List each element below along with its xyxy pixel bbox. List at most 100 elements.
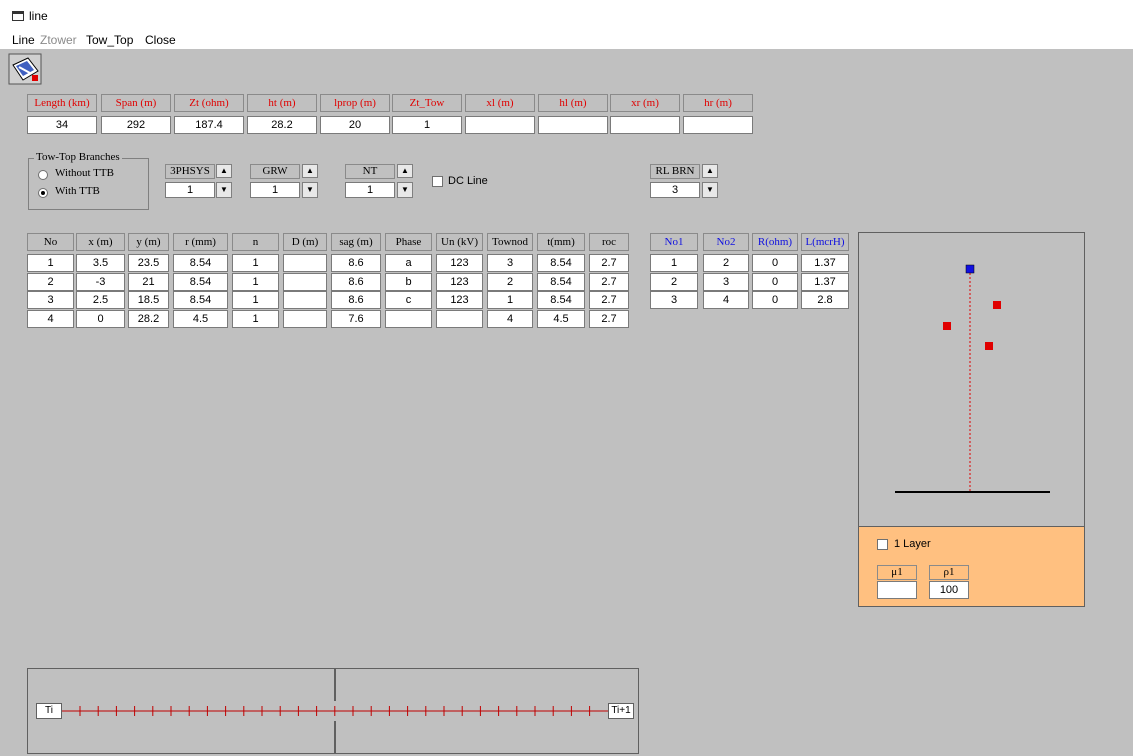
conductor-cell-no[interactable]: 2 [27,272,74,291]
calculator-icon[interactable] [8,53,42,85]
param-hl-field[interactable] [538,116,608,134]
conductor-cell-roc[interactable]: 2.7 [589,291,629,309]
conductor-cell-sag[interactable]: 7.6 [331,309,381,328]
param-header-ht: ht (m) [247,94,317,112]
rl-brn-up-button[interactable]: ▲ [702,164,718,178]
rl-cell-no2[interactable]: 2 [703,254,749,272]
rl-cell-l[interactable]: 2.8 [801,291,849,309]
conductor-cell-t[interactable]: 4.5 [537,309,585,328]
rl-cell-no1[interactable]: 2 [650,272,698,291]
conductor-cell-y[interactable]: 23.5 [128,254,169,272]
conductor-cell-n[interactable]: 1 [232,291,279,309]
mu1-field[interactable] [877,581,917,599]
phsys-dropdown-icon[interactable]: ▼ [216,182,232,198]
conductor-cell-phase[interactable]: b [385,272,432,291]
conductor-cell-sag[interactable]: 8.6 [331,291,381,309]
conductor-cell-phase[interactable] [385,309,432,328]
conductor-cell-phase[interactable]: c [385,291,432,309]
conductor-header-sag: sag (m) [331,233,381,251]
conductor-cell-townod[interactable]: 1 [487,291,533,309]
conductor-cell-d[interactable] [283,309,327,328]
grw-dropdown-icon[interactable]: ▼ [302,182,318,198]
conductor-cell-x[interactable]: 2.5 [76,291,125,309]
menu-line[interactable]: Line [12,33,35,47]
conductor-cell-x[interactable]: 0 [76,309,125,328]
conductor-cell-townod[interactable]: 3 [487,254,533,272]
conductor-cell-n[interactable]: 1 [232,254,279,272]
phsys-select[interactable]: 1 [165,182,215,198]
rl-brn-label: RL BRN [650,164,700,179]
conductor-cell-n[interactable]: 1 [232,309,279,328]
conductor-cell-t[interactable]: 8.54 [537,272,585,291]
conductor-cell-un[interactable] [436,309,483,328]
param-length-field[interactable]: 34 [27,116,97,134]
rl-cell-l[interactable]: 1.37 [801,254,849,272]
conductor-cell-t[interactable]: 8.54 [537,291,585,309]
conductor-header-x: x (m) [76,233,125,251]
nt-dropdown-icon[interactable]: ▼ [397,182,413,198]
conductor-cell-d[interactable] [283,291,327,309]
rl-cell-l[interactable]: 1.37 [801,272,849,291]
conductor-cell-x[interactable]: 3.5 [76,254,125,272]
conductor-cell-un[interactable]: 123 [436,254,483,272]
param-xr-field[interactable] [610,116,680,134]
conductor-cell-townod[interactable]: 4 [487,309,533,328]
rl-brn-dropdown-icon[interactable]: ▼ [702,182,718,198]
rl-cell-r[interactable]: 0 [752,272,798,291]
conductor-cell-roc[interactable]: 2.7 [589,309,629,328]
one-layer-checkbox[interactable] [877,539,888,550]
one-layer-label: 1 Layer [894,538,931,550]
grw-up-button[interactable]: ▲ [302,164,318,178]
dc-line-checkbox[interactable] [432,176,443,187]
phsys-up-button[interactable]: ▲ [216,164,232,178]
conductor-cell-no[interactable]: 3 [27,291,74,309]
param-xl-field[interactable] [465,116,535,134]
conductor-cell-y[interactable]: 28.2 [128,309,169,328]
menu-tow-top[interactable]: Tow_Top [86,33,133,47]
param-hr-field[interactable] [683,116,753,134]
conductor-cell-t[interactable]: 8.54 [537,254,585,272]
conductor-cell-no[interactable]: 4 [27,309,74,328]
conductor-cell-phase[interactable]: a [385,254,432,272]
conductor-cell-d[interactable] [283,272,327,291]
conductor-header-y: y (m) [128,233,169,251]
nt-up-button[interactable]: ▲ [397,164,413,178]
conductor-cell-r[interactable]: 4.5 [173,309,228,328]
menu-close[interactable]: Close [145,33,176,47]
menu-ztower[interactable]: Ztower [40,33,77,47]
conductor-cell-n[interactable]: 1 [232,272,279,291]
param-zt-tow-field[interactable]: 1 [392,116,462,134]
rl-brn-select[interactable]: 3 [650,182,700,198]
conductor-cell-y[interactable]: 18.5 [128,291,169,309]
conductor-cell-sag[interactable]: 8.6 [331,272,381,291]
param-zt-field[interactable]: 187.4 [174,116,244,134]
rl-cell-no1[interactable]: 3 [650,291,698,309]
conductor-cell-roc[interactable]: 2.7 [589,254,629,272]
param-lprop-field[interactable]: 20 [320,116,390,134]
conductor-cell-roc[interactable]: 2.7 [589,272,629,291]
conductor-cell-un[interactable]: 123 [436,291,483,309]
grw-select[interactable]: 1 [250,182,300,198]
conductor-cell-r[interactable]: 8.54 [173,254,228,272]
rl-cell-no1[interactable]: 1 [650,254,698,272]
conductor-cell-no[interactable]: 1 [27,254,74,272]
conductor-cell-townod[interactable]: 2 [487,272,533,291]
param-span-field[interactable]: 292 [101,116,171,134]
rl-cell-no2[interactable]: 3 [703,272,749,291]
conductor-cell-sag[interactable]: 8.6 [331,254,381,272]
rl-cell-r[interactable]: 0 [752,254,798,272]
nt-select[interactable]: 1 [345,182,395,198]
conductor-header-no: No [27,233,74,251]
conductor-cell-r[interactable]: 8.54 [173,272,228,291]
param-ht-field[interactable]: 28.2 [247,116,317,134]
rl-cell-no2[interactable]: 4 [703,291,749,309]
radio-with-ttb[interactable] [38,188,48,198]
rl-cell-r[interactable]: 0 [752,291,798,309]
conductor-cell-r[interactable]: 8.54 [173,291,228,309]
conductor-cell-x[interactable]: -3 [76,272,125,291]
conductor-cell-d[interactable] [283,254,327,272]
radio-without-ttb[interactable] [38,170,48,180]
conductor-cell-un[interactable]: 123 [436,272,483,291]
conductor-cell-y[interactable]: 21 [128,272,169,291]
rho1-field[interactable]: 100 [929,581,969,599]
